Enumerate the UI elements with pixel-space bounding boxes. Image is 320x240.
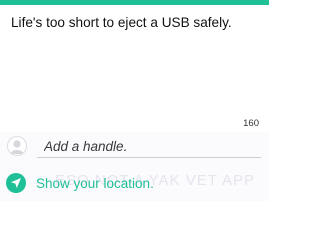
post-text-area[interactable]: Life's too short to eject a USB safely.: [0, 5, 269, 113]
show-location-label: Show your location.: [36, 175, 154, 191]
post-text: Life's too short to eject a USB safely.: [11, 15, 232, 30]
character-counter: 160: [243, 118, 259, 129]
handle-input[interactable]: [37, 135, 261, 158]
location-arrow-icon: [6, 173, 26, 193]
avatar-icon: [7, 136, 27, 156]
show-location-button[interactable]: Show your location.: [6, 172, 154, 194]
